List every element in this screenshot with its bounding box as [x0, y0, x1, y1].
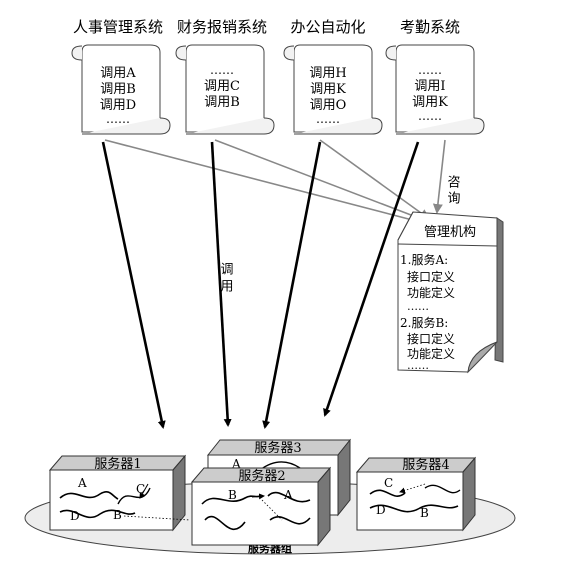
system-line: …… — [210, 63, 234, 77]
system-line: …… — [106, 112, 130, 126]
server-title: 服务器3 — [254, 440, 301, 456]
system-scroll-office: 办公自动化 调用H 调用K 调用O …… — [283, 18, 383, 135]
call-label: 调用 — [218, 262, 234, 296]
registry-line: 接口定义 — [407, 269, 455, 284]
registry-line: 接口定义 — [407, 331, 455, 346]
system-line: …… — [316, 112, 340, 126]
system-line: 调用H — [309, 66, 346, 81]
soa-architecture-diagram: 服务器组 人事管理系统 调用A 调用B 调用D …… 财务报销系统 …… 调用C… — [24, 18, 516, 555]
call-arrows — [101, 141, 420, 429]
server-letter: C — [136, 482, 145, 496]
system-scroll-attendance: 考勤系统 …… 调用I 调用K …… — [385, 18, 485, 135]
system-scroll-hr: 人事管理系统 调用A 调用B 调用D …… — [71, 18, 171, 135]
system-title: 考勤系统 — [400, 18, 460, 36]
registry-line: …… — [407, 300, 429, 313]
server-2: 服务器2 B A — [190, 466, 332, 547]
server-letter: B — [228, 488, 237, 502]
system-line: 调用B — [204, 95, 240, 110]
registry-line: 1.服务A: — [400, 252, 448, 267]
system-title: 办公自动化 — [290, 18, 365, 36]
system-line: …… — [418, 63, 442, 77]
server-title: 服务器4 — [402, 457, 449, 473]
registry-title: 管理机构 — [424, 225, 476, 240]
system-line: 调用C — [204, 79, 240, 94]
server-4: 服务器4 C D B — [355, 456, 477, 532]
server-title: 服务器1 — [94, 456, 141, 472]
server-title: 服务器2 — [238, 468, 285, 484]
system-line: 调用I — [414, 79, 445, 94]
server-letter: A — [77, 476, 87, 490]
registry-line: 2.服务B: — [400, 315, 448, 330]
system-line: 调用K — [412, 95, 448, 110]
system-scroll-finance: 财务报销系统 …… 调用C 调用B — [175, 18, 275, 135]
system-line: 调用B — [100, 82, 136, 97]
system-title: 财务报销系统 — [177, 18, 267, 36]
server-letter: C — [384, 476, 393, 490]
server-1: 服务器1 A C D B — [48, 454, 191, 532]
registry-line: …… — [407, 359, 429, 372]
system-line: 调用D — [100, 98, 136, 113]
query-label: 咨询 — [445, 175, 461, 207]
system-line: 调用O — [310, 98, 347, 113]
registry-document: 管理机构 1.服务A: 接口定义 功能定义 …… 2.服务B: 接口定义 功能定… — [397, 211, 504, 374]
system-line: …… — [418, 109, 442, 123]
system-line: 调用A — [100, 66, 136, 81]
registry-line: 功能定义 — [407, 285, 455, 300]
system-title: 人事管理系统 — [73, 18, 163, 36]
system-line: 调用K — [310, 82, 346, 97]
